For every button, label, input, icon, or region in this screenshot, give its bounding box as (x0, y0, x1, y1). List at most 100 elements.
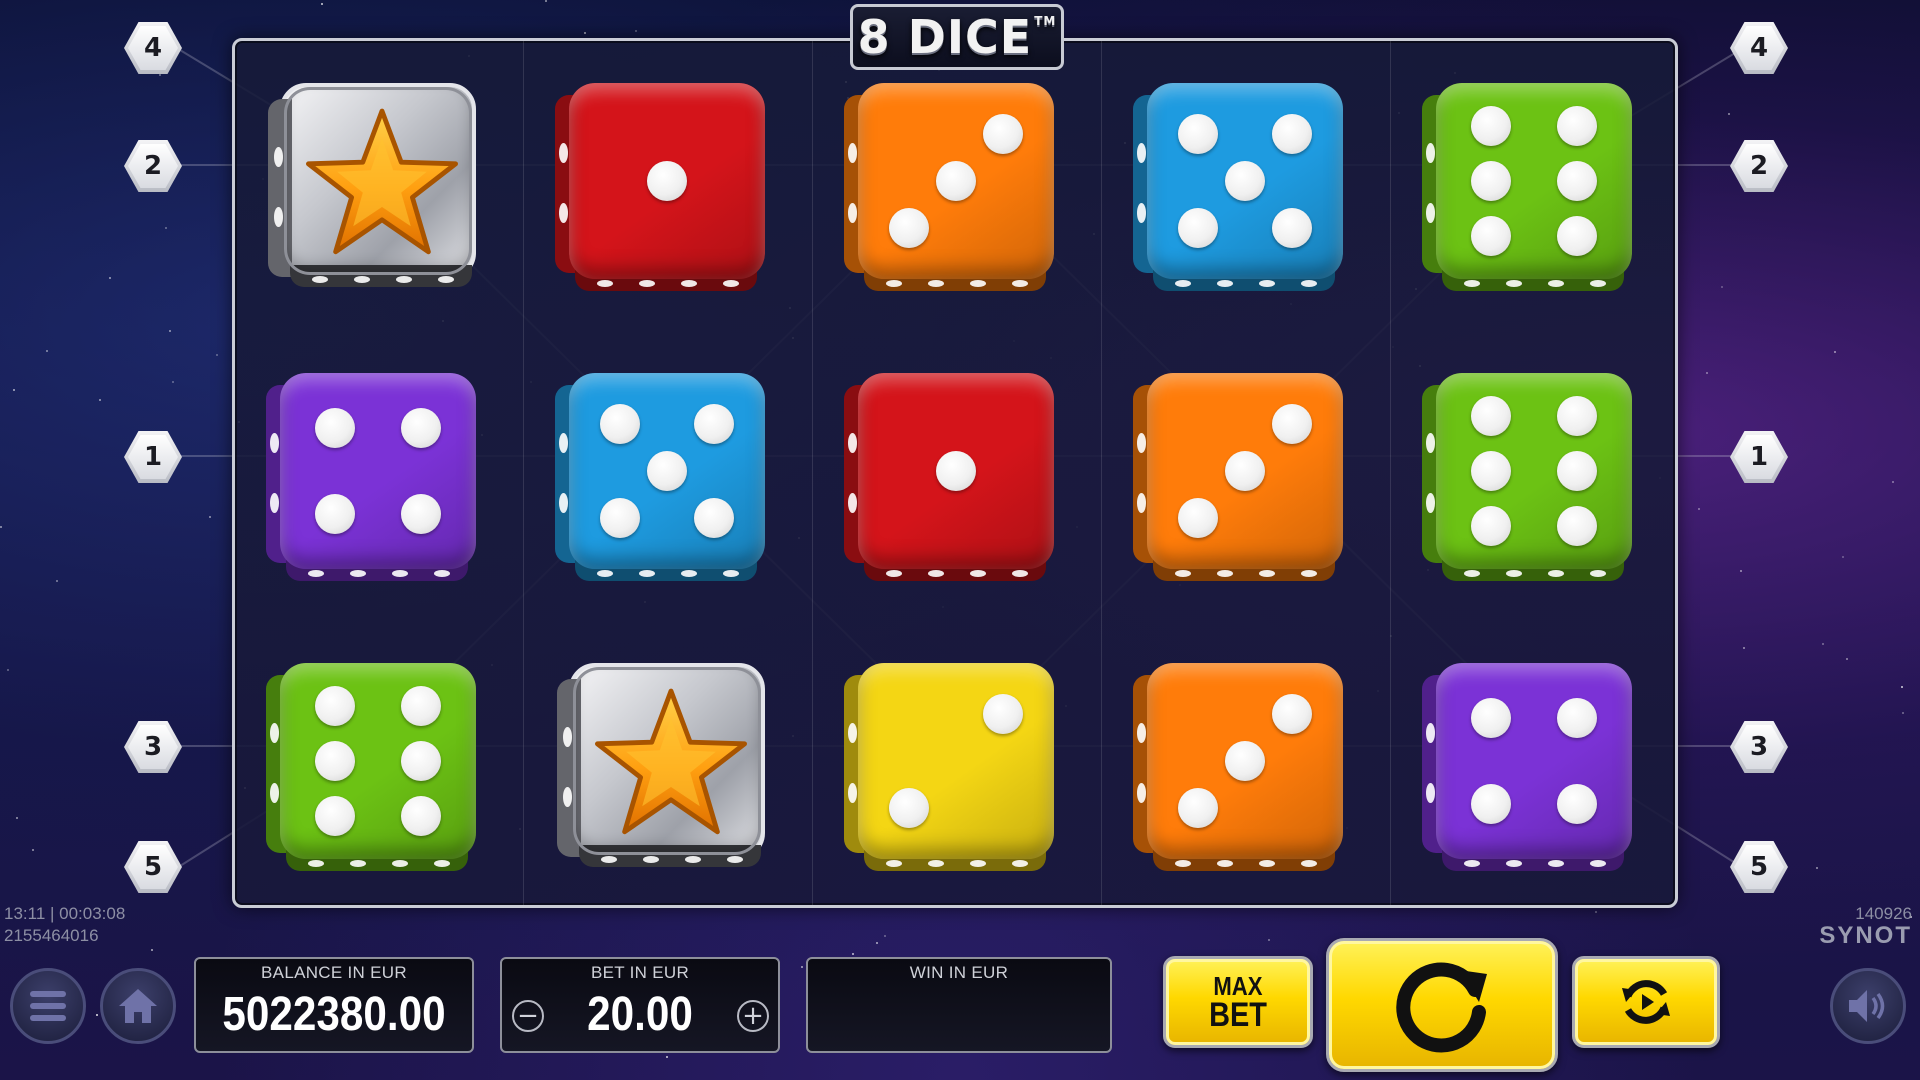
die-bottom-pip (727, 856, 743, 863)
die-bottom-pip (1301, 280, 1317, 287)
spin-button[interactable] (1326, 938, 1558, 1072)
green-6-die (1422, 373, 1632, 581)
die-side-pip (270, 433, 279, 453)
die-bottom-pip (1217, 280, 1233, 287)
die-side-pip (1137, 783, 1146, 803)
star-particle (1742, 647, 1745, 650)
star-particle (165, 227, 168, 230)
star-particle (634, 29, 637, 32)
autoplay-button[interactable] (1572, 956, 1720, 1048)
die-bottom-pip (1464, 860, 1480, 867)
menu-button[interactable] (10, 968, 86, 1044)
green-6-die (1422, 83, 1632, 291)
die-side-pip (270, 723, 279, 743)
max-bet-button[interactable]: MAX BET (1163, 956, 1313, 1048)
die-pip (1470, 697, 1511, 738)
die-pip (1272, 208, 1313, 249)
balance-panel: BALANCE IN EUR 5022380.00 (194, 957, 474, 1053)
die-pip (1225, 161, 1265, 201)
blue-5-die (555, 373, 765, 581)
trademark: TM (1034, 14, 1057, 28)
payline-number: 4 (1749, 33, 1769, 63)
die-pip (1557, 784, 1598, 825)
reel-2-row-2-symbol (551, 355, 781, 585)
die-side-pip (563, 727, 572, 747)
star-particle (171, 380, 174, 383)
star-icon (306, 108, 458, 255)
die-bottom-pip (1506, 280, 1522, 287)
die-pip (1470, 215, 1511, 256)
reel-3-row-2-symbol (840, 355, 1070, 585)
star-particle (583, 31, 586, 34)
die-pip (1557, 161, 1598, 201)
payline-number: 2 (143, 151, 163, 181)
die-bottom-pip (434, 860, 450, 867)
die-pip (599, 498, 640, 539)
die-side-pip (559, 493, 568, 513)
die-pip (1557, 451, 1598, 491)
star-particle (544, 0, 547, 3)
green-6-die (266, 663, 476, 871)
bet-increase-button[interactable]: + (737, 1000, 769, 1032)
die-pip (1557, 697, 1598, 738)
star-particle (16, 816, 19, 819)
die-pip (694, 498, 735, 539)
die-bottom-pip (970, 570, 986, 577)
red-1-die (555, 83, 765, 291)
die-pip (936, 161, 976, 201)
star-particle (109, 277, 111, 280)
die-bottom-pip (886, 280, 902, 287)
die-side-pip (1426, 433, 1435, 453)
home-button[interactable] (100, 968, 176, 1044)
star-particle (1739, 570, 1742, 573)
die-pip (1470, 505, 1511, 546)
die-side-pip (563, 787, 572, 807)
session-time: 13:11 | 00:03:08 (4, 904, 126, 923)
die-side-pip (848, 143, 857, 163)
die-pip (1177, 113, 1218, 154)
die-bottom-pip (685, 856, 701, 863)
reel-divider (1101, 41, 1102, 905)
minus-icon: − (517, 1001, 539, 1031)
star-particle (1705, 372, 1708, 375)
sound-button[interactable] (1830, 968, 1906, 1044)
payline-number: 2 (1749, 151, 1769, 181)
die-bottom-pip (1548, 860, 1564, 867)
hamburger-menu-icon (30, 991, 66, 1021)
reel-3-row-1-symbol (840, 65, 1070, 295)
die-side-pip (274, 207, 283, 227)
die-bottom-pip (597, 280, 613, 287)
die-pip (401, 494, 442, 535)
star-icon (595, 688, 747, 835)
die-pip (1470, 784, 1511, 825)
star-particle (665, 1055, 668, 1058)
die-pip (1470, 161, 1511, 201)
die-bottom-pip (1301, 860, 1317, 867)
die-face (280, 373, 476, 569)
reel-1-row-3-symbol (262, 645, 492, 875)
die-side-pip (274, 147, 283, 167)
home-icon (119, 989, 157, 1023)
die-pip (1470, 106, 1511, 147)
yellow-2-die (844, 663, 1054, 871)
star-particle (7, 669, 10, 672)
die-bottom-pip (392, 860, 408, 867)
star-particle (884, 934, 887, 937)
die-pip (888, 788, 929, 829)
star-particle (99, 398, 102, 401)
die-bottom-pip (396, 276, 412, 283)
die-bottom-pip (392, 570, 408, 577)
star-particle (320, 3, 323, 6)
die-pip (1470, 396, 1511, 437)
star-particle (169, 329, 172, 332)
star-particle (1842, 555, 1845, 558)
bet-decrease-button[interactable]: − (512, 1000, 544, 1032)
star-particle (1728, 113, 1731, 116)
payline-number: 3 (143, 732, 163, 762)
die-pip (936, 451, 976, 491)
die-pip (1177, 788, 1218, 829)
die-side-pip (1426, 723, 1435, 743)
die-side-pip (559, 143, 568, 163)
die-face (280, 663, 476, 859)
star-particle (32, 849, 35, 852)
